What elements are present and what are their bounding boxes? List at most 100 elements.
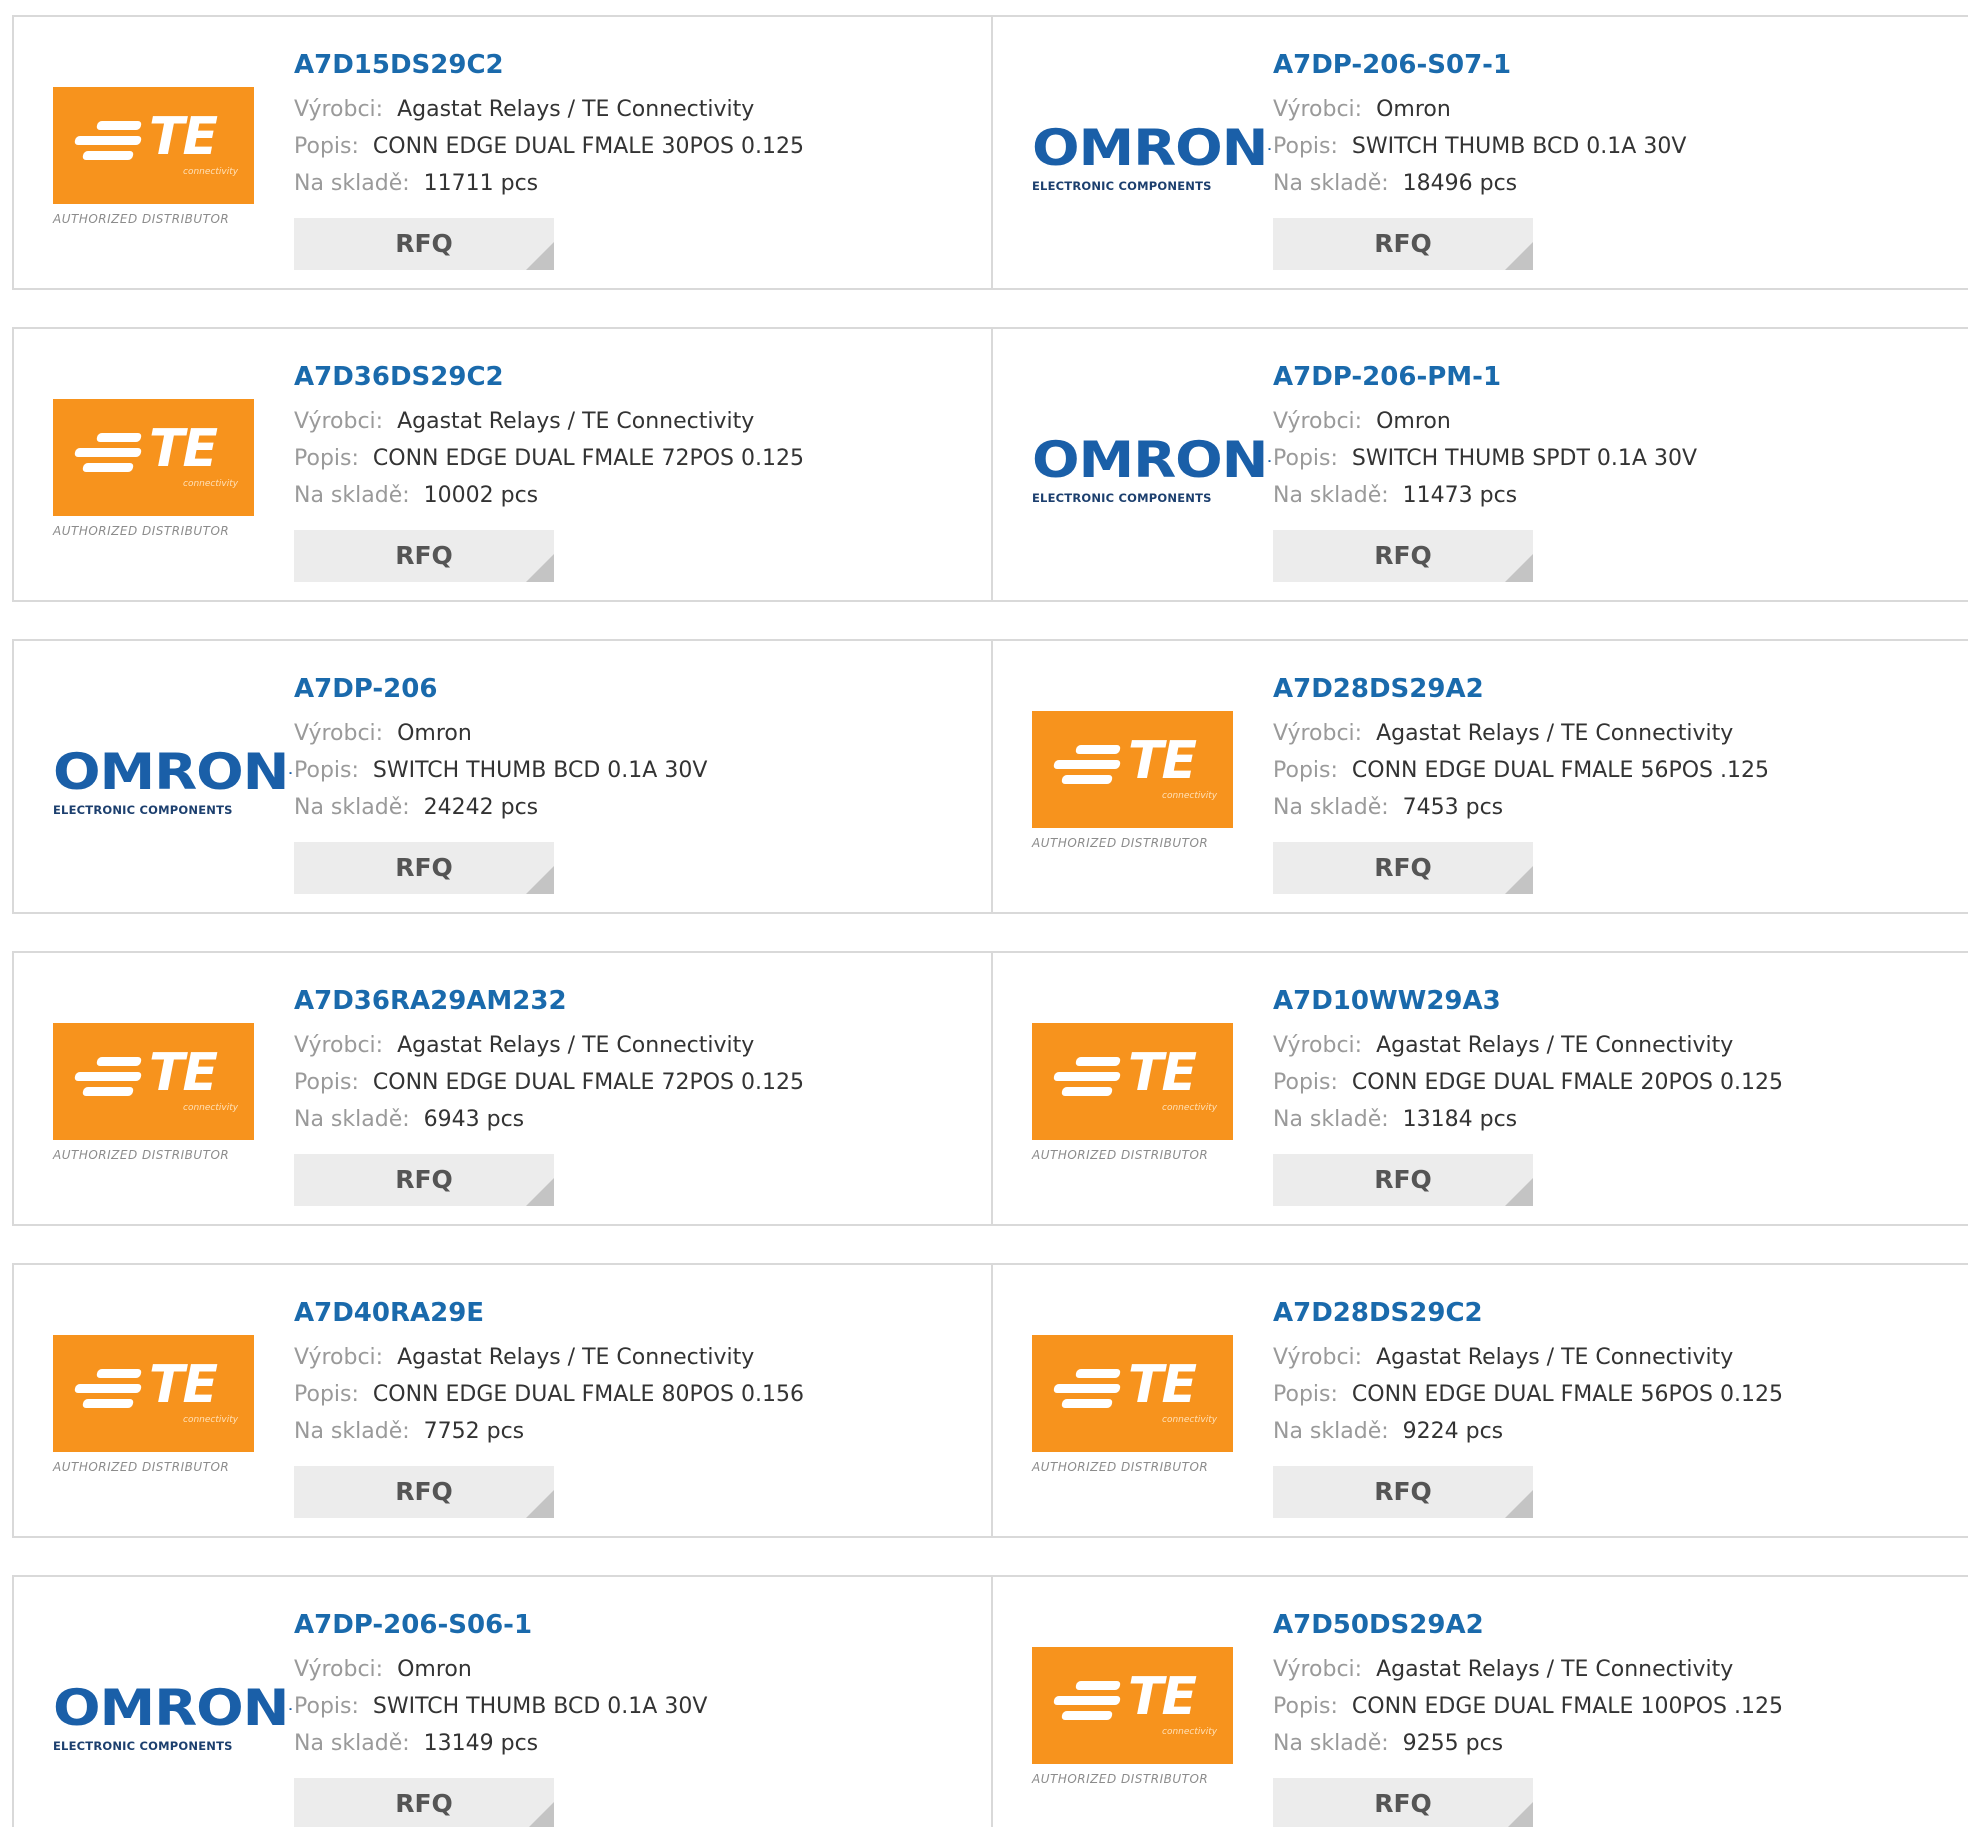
te-bars-icon	[74, 121, 142, 161]
stock-label: Na skladě:	[294, 795, 410, 820]
corner-triangle-icon	[1505, 866, 1533, 894]
rfq-button[interactable]: RFQ	[1273, 1466, 1533, 1518]
part-number-link[interactable]: A7D36DS29C2	[294, 357, 974, 397]
part-number-link[interactable]: A7D40RA29E	[294, 1293, 974, 1333]
rfq-button[interactable]: RFQ	[1273, 218, 1533, 270]
rfq-button[interactable]: RFQ	[294, 1778, 554, 1827]
te-logo-subtext: connectivity	[1162, 1103, 1218, 1113]
rfq-button-label: RFQ	[395, 229, 453, 258]
rfq-button-label: RFQ	[395, 1477, 453, 1506]
te-logo-text: TE	[149, 1355, 218, 1415]
te-bars-icon	[74, 1369, 142, 1409]
description-line: Popis: CONN EDGE DUAL FMALE 100POS .125	[1273, 1688, 1953, 1725]
rfq-button-label: RFQ	[1374, 1477, 1432, 1506]
manufacturer-line: Výrobci: Agastat Relays / TE Connectivity	[1273, 1027, 1953, 1064]
rfq-button-label: RFQ	[395, 541, 453, 570]
description-label: Popis:	[294, 758, 359, 783]
stock-value: 9255 pcs	[1402, 1731, 1504, 1756]
description-label: Popis:	[1273, 758, 1338, 783]
stock-line: Na skladě: 7752 pcs	[294, 1413, 974, 1450]
part-number-link[interactable]: A7D50DS29A2	[1273, 1605, 1953, 1645]
stock-value: 13149 pcs	[423, 1731, 539, 1756]
authorized-distributor-text: AUTHORIZED DISTRIBUTOR	[1032, 1460, 1209, 1474]
rfq-button[interactable]: RFQ	[294, 1154, 554, 1206]
description-value: SWITCH THUMB BCD 0.1A 30V	[372, 758, 708, 783]
manufacturer-label: Výrobci:	[1273, 97, 1363, 122]
stock-label: Na skladě:	[1273, 483, 1389, 508]
manufacturer-value: Omron	[397, 1657, 472, 1682]
description-label: Popis:	[294, 1070, 359, 1095]
product-info: A7DP-206 Výrobci: Omron Popis: SWITCH THUMB …	[294, 669, 974, 826]
description-line: Popis: CONN EDGE DUAL FMALE 80POS 0.156	[294, 1376, 974, 1413]
stock-value: 13184 pcs	[1402, 1107, 1518, 1132]
rfq-button[interactable]: RFQ	[294, 530, 554, 582]
part-number-link[interactable]: A7D28DS29C2	[1273, 1293, 1953, 1333]
description-label: Popis:	[294, 446, 359, 471]
te-bars-icon	[74, 433, 142, 473]
te-logo-subtext: connectivity	[1162, 1415, 1218, 1425]
part-number-link[interactable]: A7DP-206	[294, 669, 974, 709]
product-info: A7D28DS29A2 Výrobci: Agastat Relays / TE C…	[1273, 669, 1953, 826]
stock-line: Na skladě: 11711 pcs	[294, 165, 974, 202]
manufacturer-value: Agastat Relays / TE Connectivity	[397, 97, 755, 122]
rfq-button[interactable]: RFQ	[1273, 842, 1533, 894]
te-logo-text: TE	[1128, 1043, 1197, 1103]
description-value: CONN EDGE DUAL FMALE 56POS 0.125	[1351, 1382, 1783, 1407]
rfq-button-label: RFQ	[395, 853, 453, 882]
authorized-distributor-text: AUTHORIZED DISTRIBUTOR	[53, 212, 230, 226]
manufacturer-value: Omron	[1376, 97, 1451, 122]
product-row: TE connectivity AUTHORIZED DISTRIBUTOR A7D4…	[12, 1263, 1968, 1538]
omron-logo-subtext: ELECTRONIC COMPONENTS	[1032, 179, 1212, 193]
product-card: TE connectivity AUTHORIZED DISTRIBUTOR A7D3…	[14, 953, 991, 1224]
description-line: Popis: CONN EDGE DUAL FMALE 72POS 0.125	[294, 1064, 974, 1101]
authorized-distributor-text: AUTHORIZED DISTRIBUTOR	[1032, 1148, 1209, 1162]
te-logo-text: TE	[149, 419, 218, 479]
te-connectivity-logo: TE connectivity AUTHORIZED DISTRIBUTOR	[53, 399, 257, 559]
rfq-button[interactable]: RFQ	[1273, 530, 1533, 582]
product-row: TE connectivity AUTHORIZED DISTRIBUTOR A7D3…	[12, 327, 1968, 602]
part-number-link[interactable]: A7D15DS29C2	[294, 45, 974, 85]
authorized-distributor-text: AUTHORIZED DISTRIBUTOR	[53, 1148, 230, 1162]
part-number-link[interactable]: A7D36RA29AM232	[294, 981, 974, 1021]
product-card: OMRON. ELECTRONIC COMPONENTS A7DP-206 Výrob…	[14, 641, 991, 912]
part-number-link[interactable]: A7D10WW29A3	[1273, 981, 1953, 1021]
part-number-link[interactable]: A7DP-206-S07-1	[1273, 45, 1953, 85]
rfq-button[interactable]: RFQ	[294, 1466, 554, 1518]
rfq-button[interactable]: RFQ	[294, 218, 554, 270]
stock-line: Na skladě: 10002 pcs	[294, 477, 974, 514]
corner-triangle-icon	[526, 242, 554, 270]
te-bars-icon	[1053, 1057, 1121, 1097]
description-value: CONN EDGE DUAL FMALE 56POS .125	[1351, 758, 1769, 783]
stock-value: 10002 pcs	[423, 483, 539, 508]
te-bars-icon	[1053, 1681, 1121, 1721]
product-card: TE connectivity AUTHORIZED DISTRIBUTOR A7D4…	[14, 1265, 991, 1536]
stock-label: Na skladě:	[1273, 1419, 1389, 1444]
rfq-button[interactable]: RFQ	[294, 842, 554, 894]
stock-line: Na skladě: 6943 pcs	[294, 1101, 974, 1138]
te-logo-subtext: connectivity	[183, 1415, 239, 1425]
description-line: Popis: SWITCH THUMB BCD 0.1A 30V	[1273, 128, 1953, 165]
manufacturer-line: Výrobci: Agastat Relays / TE Connectivity	[1273, 715, 1953, 752]
authorized-distributor-text: AUTHORIZED DISTRIBUTOR	[53, 1460, 230, 1474]
te-logo-mark: TE connectivity	[53, 87, 254, 204]
manufacturer-line: Výrobci: Omron	[294, 1651, 974, 1688]
stock-label: Na skladě:	[1273, 1731, 1389, 1756]
part-number-link[interactable]: A7DP-206-PM-1	[1273, 357, 1953, 397]
product-info: A7D36DS29C2 Výrobci: Agastat Relays / TE C…	[294, 357, 974, 514]
part-number-link[interactable]: A7DP-206-S06-1	[294, 1605, 974, 1645]
te-logo-subtext: connectivity	[1162, 1727, 1218, 1737]
rfq-button[interactable]: RFQ	[1273, 1778, 1533, 1827]
description-label: Popis:	[1273, 1070, 1338, 1095]
authorized-distributor-text: AUTHORIZED DISTRIBUTOR	[1032, 836, 1209, 850]
stock-value: 7453 pcs	[1402, 795, 1504, 820]
rfq-button[interactable]: RFQ	[1273, 1154, 1533, 1206]
manufacturer-value: Agastat Relays / TE Connectivity	[1376, 1345, 1734, 1370]
product-card: TE connectivity AUTHORIZED DISTRIBUTOR A7D2…	[993, 641, 1968, 912]
te-connectivity-logo: TE connectivity AUTHORIZED DISTRIBUTOR	[1032, 711, 1236, 871]
manufacturer-label: Výrobci:	[1273, 1657, 1363, 1682]
stock-label: Na skladě:	[294, 171, 410, 196]
manufacturer-value: Omron	[1376, 409, 1451, 434]
part-number-link[interactable]: A7D28DS29A2	[1273, 669, 1953, 709]
authorized-distributor-text: AUTHORIZED DISTRIBUTOR	[1032, 1772, 1209, 1786]
stock-label: Na skladě:	[1273, 1107, 1389, 1132]
